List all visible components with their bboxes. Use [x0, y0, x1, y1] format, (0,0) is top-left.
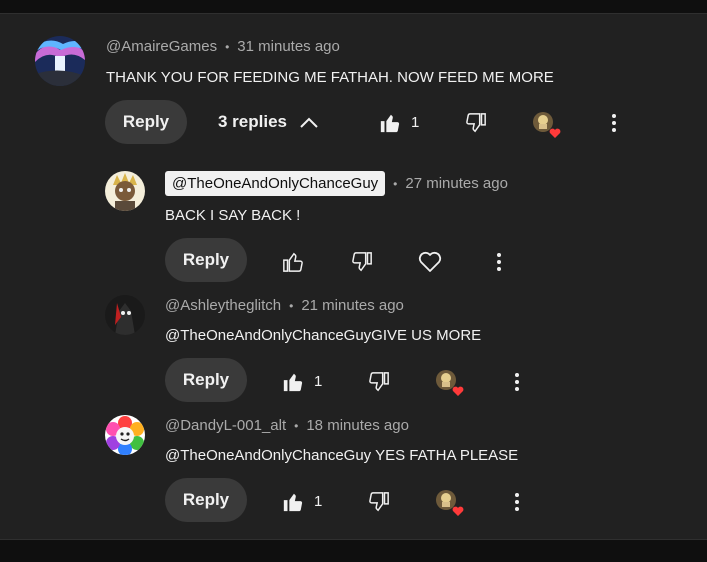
comment-meta: @AmaireGames • 31 minutes ago [106, 38, 340, 55]
more-vert-icon [497, 253, 501, 271]
avatar[interactable] [105, 171, 145, 211]
thumbs-down-icon [352, 252, 372, 272]
author-name[interactable]: @DandyL-001_alt [165, 417, 286, 434]
comment-meta: @DandyL-001_alt • 18 minutes ago [165, 417, 409, 434]
more-vert-icon [515, 493, 519, 511]
creator-heart-icon [435, 489, 464, 516]
timestamp[interactable]: 31 minutes ago [237, 38, 340, 55]
dislike-button[interactable] [367, 490, 391, 514]
more-options-button[interactable] [602, 111, 626, 135]
reply-button[interactable]: Reply [165, 238, 247, 282]
avatar[interactable] [105, 295, 145, 335]
avatar[interactable] [35, 36, 85, 86]
chevron-up-icon [300, 117, 318, 128]
comment-text: @TheOneAndOnlyChanceGuyGIVE US MORE [165, 327, 482, 344]
more-vert-icon [612, 114, 616, 132]
comment-text: BACK I SAY BACK ! [165, 207, 301, 224]
timestamp[interactable]: 18 minutes ago [306, 417, 409, 434]
avatar[interactable] [105, 415, 145, 455]
timestamp[interactable]: 27 minutes ago [405, 175, 508, 192]
like-button[interactable] [378, 111, 402, 135]
thumbs-up-icon [283, 493, 303, 512]
more-options-button[interactable] [505, 490, 529, 514]
comment-meta: @Ashleytheglitch • 21 minutes ago [165, 297, 404, 314]
thumbs-up-icon [283, 252, 303, 272]
comment-text: THANK YOU FOR FEEDING ME FATHAH. NOW FEE… [106, 69, 554, 86]
comment-text: @TheOneAndOnlyChanceGuy YES FATHA PLEASE [165, 447, 519, 464]
dislike-button[interactable] [350, 250, 374, 274]
more-vert-icon [515, 373, 519, 391]
heart-button[interactable] [418, 250, 442, 274]
separator: • [289, 298, 294, 313]
dislike-button[interactable] [464, 111, 488, 135]
author-name[interactable]: @AmaireGames [106, 38, 217, 55]
like-button[interactable] [281, 370, 305, 394]
timestamp[interactable]: 21 minutes ago [301, 297, 404, 314]
more-options-button[interactable] [487, 250, 511, 274]
heart-outline-icon [418, 251, 442, 272]
thumbs-down-icon [466, 113, 486, 133]
more-options-button[interactable] [505, 370, 529, 394]
replies-toggle[interactable]: 3 replies [218, 112, 319, 132]
separator: • [294, 418, 299, 433]
creator-heart-icon [532, 111, 561, 138]
like-count: 1 [411, 114, 420, 131]
replies-count: 3 replies [218, 112, 287, 131]
author-name[interactable]: @Ashleytheglitch [165, 297, 281, 314]
separator: • [225, 39, 230, 54]
separator: • [393, 176, 398, 191]
reply-button[interactable]: Reply [165, 358, 247, 402]
creator-heart-icon [435, 369, 464, 396]
comment-meta: @TheOneAndOnlyChanceGuy • 27 minutes ago [165, 171, 508, 196]
thumbs-down-icon [369, 372, 389, 392]
comments-panel: @AmaireGames • 31 minutes ago THANK YOU … [0, 13, 707, 540]
thumbs-up-icon [380, 114, 400, 133]
dislike-button[interactable] [367, 370, 391, 394]
reply-button[interactable]: Reply [165, 478, 247, 522]
like-count: 1 [314, 373, 323, 390]
reply-button[interactable]: Reply [105, 100, 187, 144]
creator-author-chip[interactable]: @TheOneAndOnlyChanceGuy [165, 171, 386, 196]
like-button[interactable] [281, 250, 305, 274]
thumbs-down-icon [369, 492, 389, 512]
like-button[interactable] [281, 490, 305, 514]
like-count: 1 [314, 493, 323, 510]
thumbs-up-icon [283, 373, 303, 392]
